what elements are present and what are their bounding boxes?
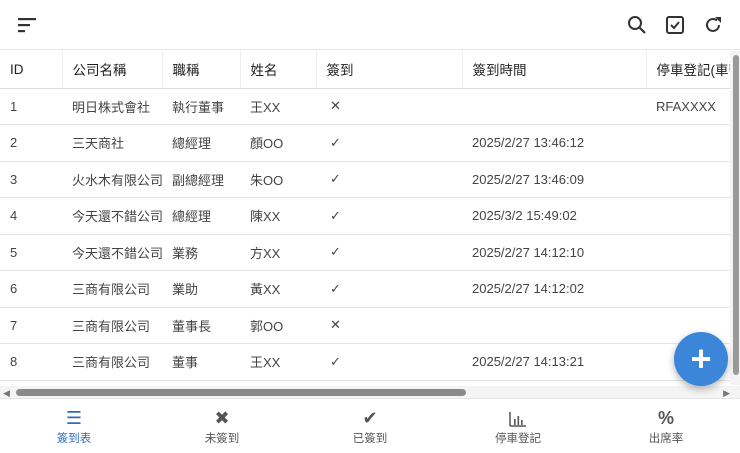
table-cell: RFAXXXX	[646, 88, 730, 125]
percent-icon: %	[657, 408, 674, 428]
column-header[interactable]: 公司名稱	[62, 51, 163, 89]
nav-item[interactable]: ✖ 未簽到	[148, 400, 296, 453]
table-cell: 總經理	[162, 197, 240, 235]
column-header[interactable]: 簽到	[316, 51, 463, 89]
table-row[interactable]: 4 今天還不錯公司 總經理 陳XX ✓ 2025/3/2 15:49:02	[0, 197, 730, 235]
table-row[interactable]: 5 今天還不錯公司 業務 方XX ✓ 2025/2/27 14:12:10	[0, 234, 730, 271]
nav-item[interactable]: ✔ 已簽到	[296, 400, 444, 453]
signed-in-status: ✓	[316, 197, 462, 235]
table-cell: 三商有限公司	[62, 270, 162, 308]
signed-in-status: ✓	[316, 234, 462, 271]
nav-item[interactable]: ☰ 簽到表	[0, 400, 148, 453]
table-cell: 郭OO	[240, 307, 316, 344]
column-header[interactable]: 停車登記(車號	[646, 51, 730, 89]
signed-in-status: ✕	[316, 307, 462, 344]
table-cell: 6	[0, 270, 62, 308]
table-row[interactable]: 7 三商有限公司 董事長 郭OO ✕	[0, 307, 730, 344]
table-cell	[462, 307, 646, 344]
table-cell: 王XX	[240, 343, 316, 381]
table-cell: 顏OO	[240, 124, 316, 162]
vertical-scrollbar[interactable]	[730, 51, 740, 385]
signed-in-status: ✓	[316, 343, 462, 381]
nav-label: 簽到表	[56, 432, 92, 445]
table-cell: 業助	[162, 270, 240, 308]
signed-in-status: ✓	[316, 270, 462, 308]
column-header[interactable]: 簽到時間	[462, 51, 647, 89]
table-cell	[646, 161, 730, 198]
signed-in-status: ✓	[316, 161, 462, 198]
table-cell: 2025/2/27 14:12:10	[462, 234, 646, 271]
table-cell: 3	[0, 161, 62, 198]
table-cell: 業務	[162, 234, 240, 271]
list-icon: ☰	[65, 408, 83, 428]
table-cell: 8	[0, 343, 62, 381]
table-cell: 2025/2/27 14:13:21	[462, 343, 646, 381]
refresh-icon[interactable]	[698, 10, 728, 40]
table-cell: 今天還不錯公司	[62, 234, 162, 271]
table-cell: 明日株式會社	[62, 88, 162, 125]
table-cell: 火水木有限公司	[62, 161, 162, 198]
table-cell: 朱OO	[240, 161, 316, 198]
table-cell: 2025/3/2 15:49:02	[462, 197, 646, 235]
bottom-nav: ☰ 簽到表 ✖ 未簽到 ✔ 已簽到 停車登記% 出席率	[0, 400, 740, 453]
table-row[interactable]: 3 火水木有限公司 副總經理 朱OO ✓ 2025/2/27 13:46:09	[0, 161, 730, 198]
nav-label: 未簽到	[204, 432, 240, 445]
table-cell	[646, 124, 730, 162]
nav-item[interactable]: % 出席率	[592, 400, 740, 453]
table-row[interactable]: 8 三商有限公司 董事 王XX ✓ 2025/2/27 14:13:21	[0, 343, 730, 381]
signed-in-status: ✕	[316, 88, 462, 125]
nav-label: 已簽到	[352, 432, 388, 445]
table-cell: 黃XX	[240, 270, 316, 308]
checkbox-select-icon[interactable]	[660, 10, 690, 40]
column-header[interactable]: ID	[0, 51, 63, 89]
table-cell: 三商有限公司	[62, 307, 162, 344]
table-cell	[646, 234, 730, 271]
table-cell: 陳XX	[240, 197, 316, 235]
table-cell	[462, 88, 646, 125]
nav-item[interactable]: 停車登記	[444, 400, 592, 453]
attendance-table: ID公司名稱職稱姓名簽到簽到時間停車登記(車號 1明日株式會社執行董事王XX✕R…	[0, 51, 730, 385]
bar-chart-icon	[509, 408, 527, 430]
x-icon: ✖	[214, 408, 230, 428]
horizontal-scrollbar[interactable]: ◀ ▶	[0, 386, 740, 399]
table-cell: 今天還不錯公司	[62, 197, 162, 235]
nav-label: 停車登記	[495, 432, 541, 445]
search-icon[interactable]	[622, 10, 652, 40]
nav-label: 出席率	[648, 432, 684, 445]
table-cell: 總經理	[162, 124, 240, 162]
table-cell: 2025/2/27 13:46:09	[462, 161, 646, 198]
table-cell: 董事	[162, 343, 240, 381]
table-cell: 4	[0, 197, 62, 235]
table-cell	[646, 197, 730, 235]
table-cell: 三商有限公司	[62, 343, 162, 381]
table-cell: 1	[0, 88, 62, 125]
sort-menu-icon[interactable]	[12, 10, 42, 40]
table-cell: 2	[0, 124, 62, 162]
table-cell: 2025/2/27 14:12:02	[462, 270, 646, 308]
column-header[interactable]: 姓名	[240, 51, 317, 89]
add-button[interactable]: +	[674, 332, 728, 386]
table-cell: 王XX	[240, 88, 316, 125]
toolbar	[0, 0, 740, 50]
table-row[interactable]: 2 三天商社 總經理 顏OO ✓ 2025/2/27 13:46:12	[0, 124, 730, 162]
table-cell: 三天商社	[62, 124, 162, 162]
scrollbar-thumb[interactable]	[16, 389, 466, 396]
table-cell: 2025/2/27 13:46:12	[462, 124, 646, 162]
table-cell: 5	[0, 234, 62, 271]
table-cell: 方XX	[240, 234, 316, 271]
table-cell: 執行董事	[162, 88, 240, 125]
table-row[interactable]: 1 明日株式會社 執行董事 王XX ✕ RFAXXXX	[0, 88, 730, 125]
signed-in-status: ✓	[316, 124, 462, 162]
table-row[interactable]: 6 三商有限公司 業助 黃XX ✓ 2025/2/27 14:12:02	[0, 270, 730, 308]
table-cell	[646, 270, 730, 308]
column-header[interactable]: 職稱	[162, 51, 241, 89]
table-cell: 副總經理	[162, 161, 240, 198]
table-cell: 7	[0, 307, 62, 344]
check-icon: ✔	[362, 408, 378, 428]
table-cell: 董事長	[162, 307, 240, 344]
